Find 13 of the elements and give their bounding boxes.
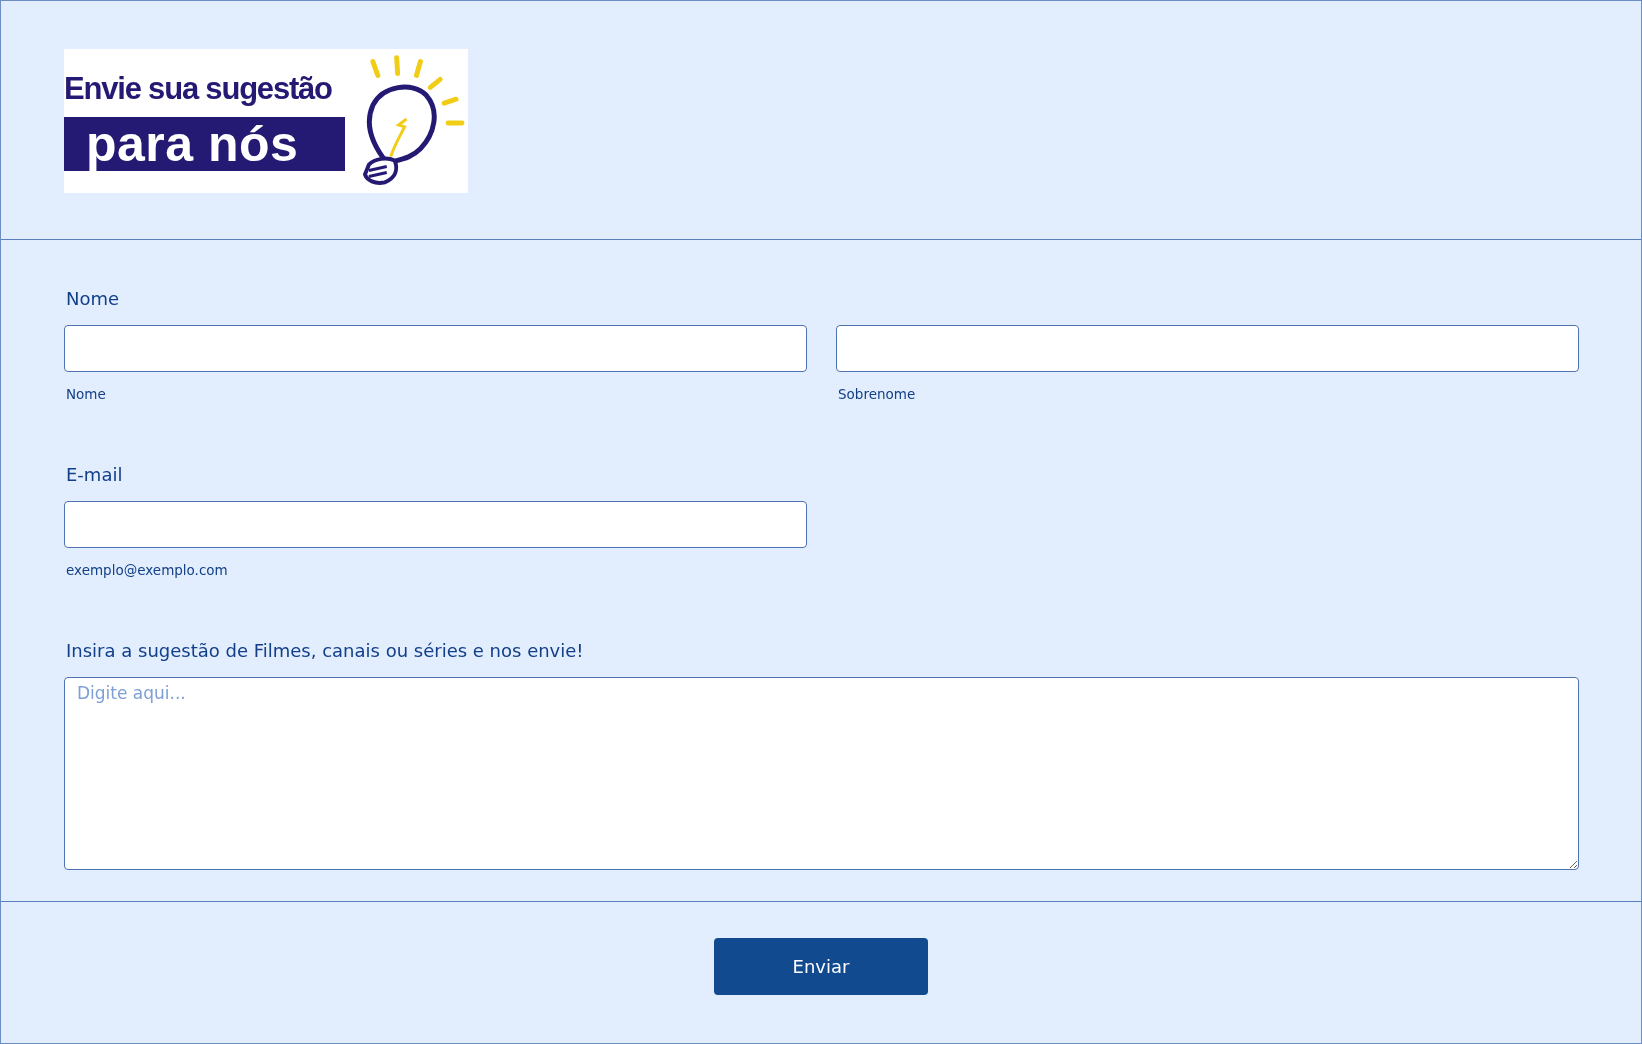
text-input-field[interactable] xyxy=(836,325,1579,372)
field-sublabel: Nome xyxy=(66,386,107,402)
suggestion-text-area[interactable]: Digite aqui... xyxy=(64,677,1579,870)
text-input-field[interactable] xyxy=(64,325,807,372)
field-hint: exemplo@exemplo.com xyxy=(66,562,229,578)
submit-button[interactable]: Enviar xyxy=(714,938,928,995)
field-label: E-mail xyxy=(66,464,124,485)
field-label: Nome xyxy=(66,288,121,309)
field-label: Insira a sugestão de Filmes, canais ou séries e nos envie! xyxy=(66,640,585,661)
logo-title: Envie sua sugestão xyxy=(64,71,333,107)
email-input-field[interactable] xyxy=(64,501,807,548)
logo-subtitle: para nós xyxy=(64,117,345,171)
field-sublabel: Sobrenome xyxy=(838,386,917,402)
